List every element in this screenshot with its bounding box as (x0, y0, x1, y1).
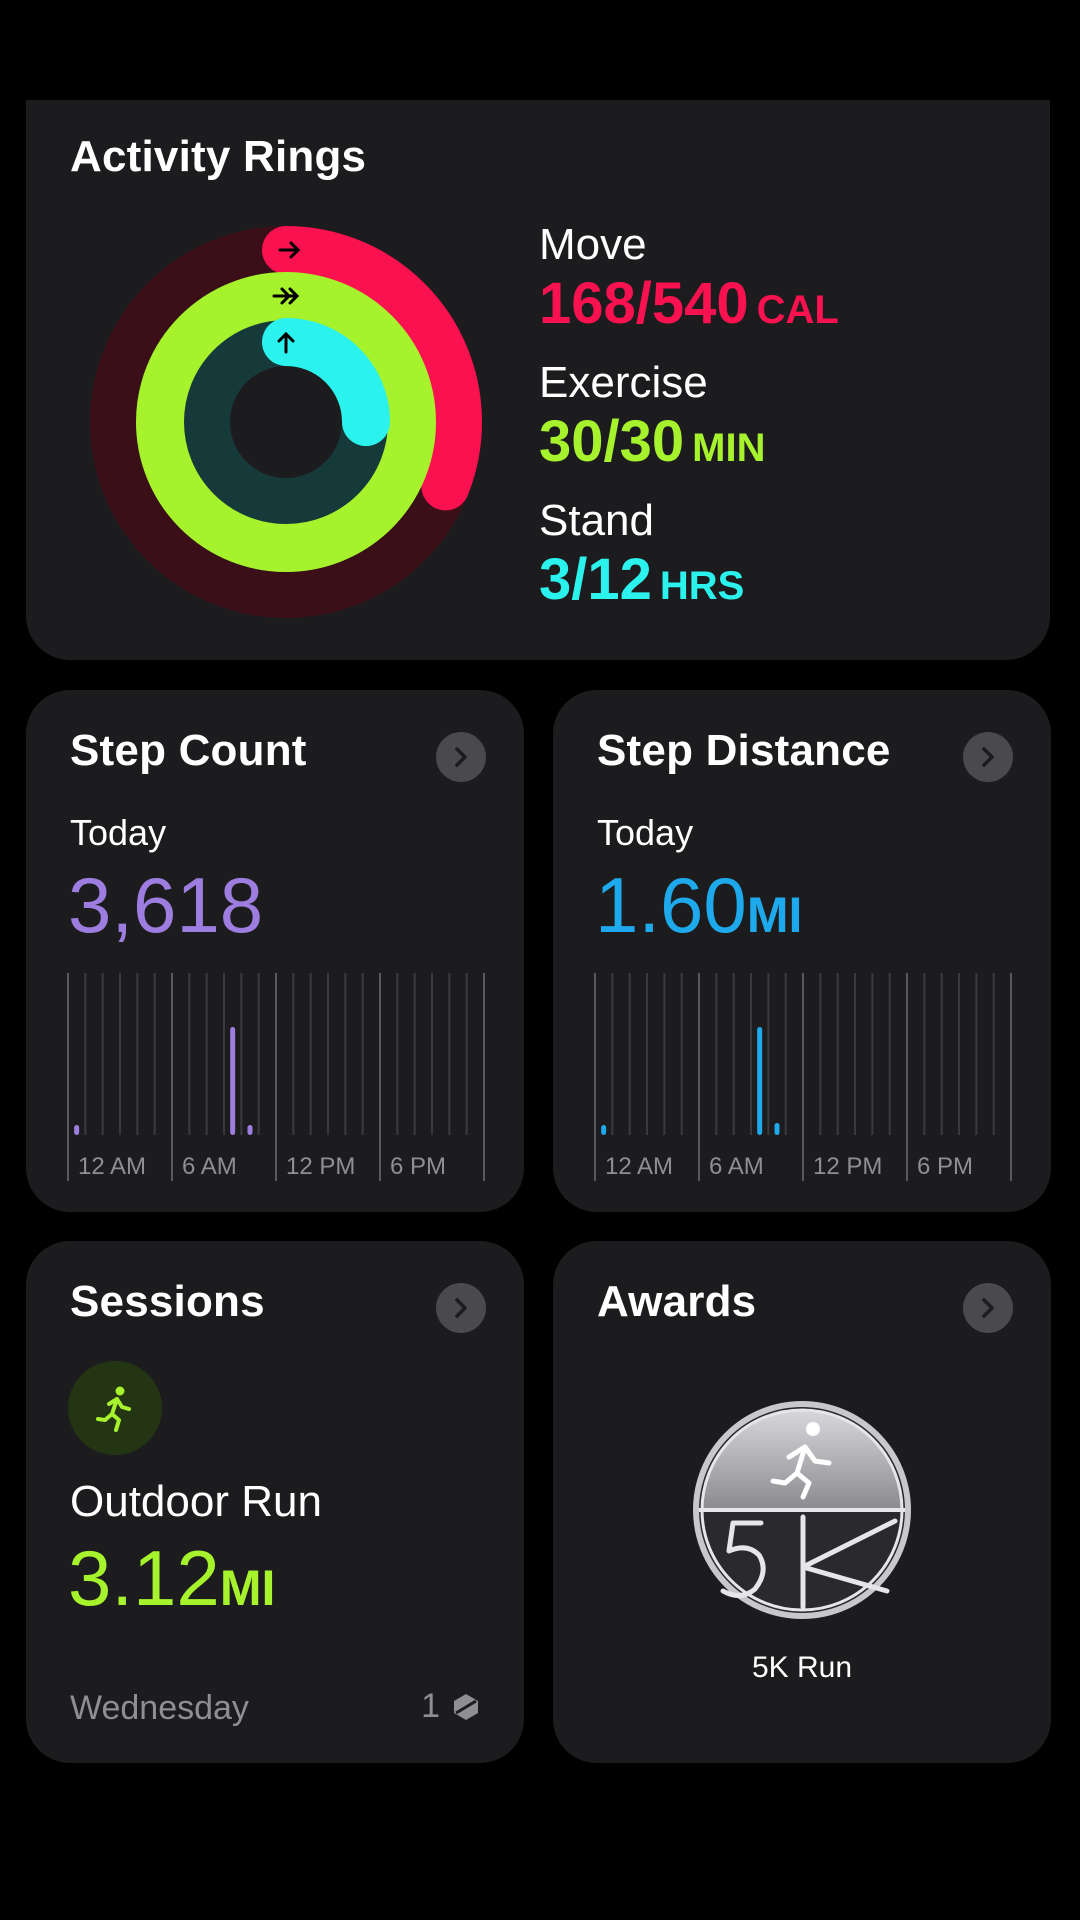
session-count: 1 (421, 1687, 482, 1726)
chevron-right-icon (982, 1298, 994, 1318)
step-count-hourly-chart: 12 AM 6 AM 12 PM 6 PM (67, 973, 485, 1181)
award-name: 5K Run (751, 1651, 853, 1684)
step-count-tick-label: 12 PM (286, 1153, 355, 1180)
session-count-number: 1 (421, 1687, 440, 1725)
chevron-right-icon (455, 1298, 467, 1318)
step-distance-bar (601, 1125, 607, 1135)
step-count-bar (230, 1027, 236, 1135)
step-distance-card[interactable]: Step Distance Today 1.60MI 12 AM 6 AM 12 P… (553, 690, 1051, 1212)
step-count-tick-label: 6 AM (182, 1153, 237, 1180)
workout-name: Outdoor Run (70, 1477, 322, 1526)
activity-rings-graphic (90, 226, 482, 618)
move-unit: CAL (756, 288, 839, 332)
workout-day: Wednesday (70, 1689, 249, 1727)
stand-value-number: 3/12 (539, 547, 652, 612)
step-count-bar (74, 1125, 80, 1135)
exercise-value-number: 30/30 (539, 409, 685, 474)
workout-distance-unit: MI (219, 1560, 276, 1616)
step-distance-bar (757, 1027, 763, 1135)
awards-card[interactable]: Awards 5K Run (553, 1241, 1051, 1763)
exercise-value: 30/30 MIN (539, 408, 765, 475)
move-label: Move (539, 220, 647, 269)
workout-distance-number: 3.12 (68, 1534, 220, 1622)
step-distance-tick-label: 12 AM (605, 1153, 673, 1180)
activity-rings-title: Activity Rings (70, 132, 367, 181)
exercise-unit: MIN (692, 426, 766, 470)
step-distance-tick-label: 12 PM (813, 1153, 882, 1180)
running-figure-icon (68, 1361, 162, 1455)
awards-title: Awards (597, 1277, 757, 1326)
activity-rings-card[interactable]: Activity Rings Move 168/540 CAL Exercise … (26, 100, 1050, 660)
stand-label: Stand (539, 496, 654, 545)
step-count-tick-label: 12 AM (78, 1153, 146, 1180)
workout-distance: 3.12MI (68, 1533, 275, 1633)
step-distance-hourly-chart: 12 AM 6 AM 12 PM 6 PM (594, 973, 1012, 1181)
step-distance-tick-label: 6 PM (917, 1153, 973, 1180)
move-value-number: 168/540 (539, 271, 749, 336)
step-count-tick-label: 6 PM (390, 1153, 446, 1180)
stand-value: 3/12 HRS (539, 546, 744, 613)
stand-unit: HRS (659, 564, 745, 608)
step-distance-tick-label: 6 AM (709, 1153, 764, 1180)
sessions-chevron-button[interactable] (436, 1283, 486, 1333)
5k-run-medal-icon[interactable] (691, 1399, 913, 1621)
step-distance-bar (774, 1123, 780, 1135)
sessions-card[interactable]: Sessions Outdoor Run 3.12MI Wednesday 1 (26, 1241, 524, 1763)
stack-layers-icon (454, 1693, 478, 1720)
exercise-label: Exercise (539, 358, 708, 407)
awards-chevron-button[interactable] (963, 1283, 1013, 1333)
sessions-title: Sessions (70, 1277, 265, 1326)
move-value: 168/540 CAL (539, 270, 839, 337)
step-count-bar (247, 1125, 253, 1135)
step-count-card[interactable]: Step Count Today 3,618 12 AM 6 AM 12 PM 6 P… (26, 690, 524, 1212)
